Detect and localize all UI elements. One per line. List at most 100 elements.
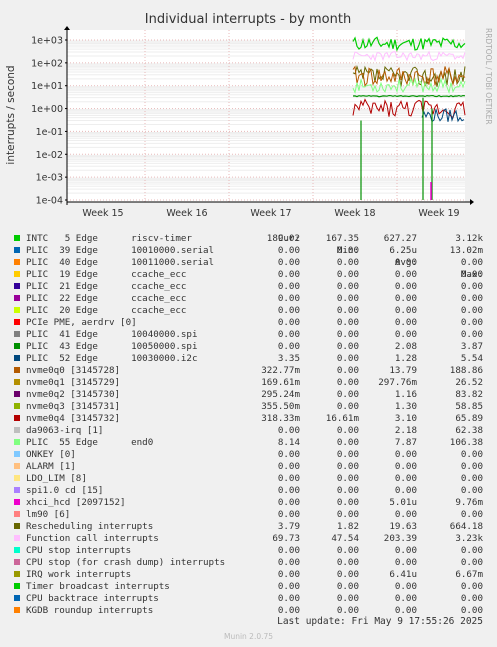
legend-avg: 19.63 xyxy=(389,521,417,532)
y-tick-label: 1e-01 xyxy=(36,127,63,138)
legend-max: 0.00 xyxy=(460,329,483,340)
legend-max: 0.00 xyxy=(460,545,483,556)
x-ticks: Week 15 Week 16 Week 17 Week 18 Week 19 xyxy=(82,208,459,219)
legend-label: LDO_LIM [8] xyxy=(26,473,87,484)
legend-cur: 295.24m xyxy=(261,389,300,400)
legend-avg: 0.00 xyxy=(394,281,417,292)
legend-avg: 6.25u xyxy=(389,245,417,256)
y-tick-label: 1e-03 xyxy=(36,173,63,184)
legend-swatch xyxy=(14,583,20,589)
legend-avg: 1.28 xyxy=(394,353,417,364)
legend-min: 0.00 xyxy=(336,473,359,484)
legend-row: nvme0q0 [3145728] 322.77m 0.00 13.79 188.86 xyxy=(0,365,497,377)
y-tick-label: 1e+03 xyxy=(31,36,63,47)
legend-label: CPU stop (for crash dump) interrupts xyxy=(26,557,226,568)
legend-label: PLIC 20 Edge ccache_ecc xyxy=(26,305,187,316)
legend-max: 62.38 xyxy=(455,425,483,436)
legend-min: 0.00 xyxy=(336,593,359,604)
legend-max: 0.00 xyxy=(460,305,483,316)
legend-min: 0.00 xyxy=(336,341,359,352)
legend-avg: 0.00 xyxy=(394,473,417,484)
legend-avg: 0.00 xyxy=(394,305,417,316)
legend-avg: 2.08 xyxy=(394,341,417,352)
legend-cur: 0.00 xyxy=(277,569,300,580)
y-tick-label: 1e-04 xyxy=(36,196,63,207)
legend-row: Function call interrupts 69.73 47.54 203.39… xyxy=(0,533,497,545)
legend-swatch xyxy=(14,247,20,253)
legend-min: 0.00 xyxy=(336,365,359,376)
legend-avg: 0.00 xyxy=(394,581,417,592)
legend-label: PLIC 22 Edge ccache_ecc xyxy=(26,293,187,304)
legend-swatch xyxy=(14,331,20,337)
legend-label: PLIC 41 Edge 10040000.spi xyxy=(26,329,198,340)
legend-min: 0.00 xyxy=(336,437,359,448)
legend-swatch xyxy=(14,367,20,373)
legend-max: 0.00 xyxy=(460,485,483,496)
y-axis-label: interrupts / second xyxy=(5,65,17,164)
legend-max: 9.76m xyxy=(455,497,483,508)
legend-label: PLIC 52 Edge 10030000.i2c xyxy=(26,353,198,364)
legend-row: CPU stop (for crash dump) interrupts 0.00… xyxy=(0,557,497,569)
legend-avg: 1.16 xyxy=(394,389,417,400)
legend-cur: 0.00 xyxy=(277,281,300,292)
legend-swatch xyxy=(14,307,20,313)
y-axis-arrow xyxy=(64,26,70,30)
legend-row: da9063-irq [1] 0.00 0.00 2.18 62.38 xyxy=(0,425,497,437)
legend-row: PCIe PME, aerdrv [0] 0.00 0.00 0.00 0.00 xyxy=(0,317,497,329)
x-tick-label: Week 17 xyxy=(250,208,291,219)
legend-min: 0.00 xyxy=(336,461,359,472)
legend-label: nvme0q2 [3145730] xyxy=(26,389,121,400)
legend-row: ONKEY [0] 0.00 0.00 0.00 0.00 xyxy=(0,449,497,461)
chart: Individual interrupts - by month interru… xyxy=(5,12,493,219)
legend-min: 0.00 xyxy=(336,281,359,292)
legend-min: 0.00 xyxy=(336,305,359,316)
legend-row: CPU backtrace interrupts 0.00 0.00 0.00 0.00 xyxy=(0,593,497,605)
legend-max: 0.00 xyxy=(460,593,483,604)
legend-max: 5.54 xyxy=(460,353,483,364)
legend-swatch xyxy=(14,487,20,493)
legend-avg: 0.00 xyxy=(394,257,417,268)
legend-min: 16.61m xyxy=(325,413,359,424)
legend-max: 188.86 xyxy=(449,365,483,376)
legend-cur: 3.35 xyxy=(277,353,300,364)
legend-cur: 189.02 xyxy=(266,233,300,244)
legend-max: 0.00 xyxy=(460,293,483,304)
side-label: RRDTOOL / TOBI OETIKER xyxy=(484,28,493,125)
legend-max: 83.82 xyxy=(455,389,483,400)
legend-min: 0.00 xyxy=(336,545,359,556)
legend-row: PLIC 40 Edge 10011000.serial 0.00 0.00 0.00… xyxy=(0,257,497,269)
legend-swatch xyxy=(14,547,20,553)
legend-max: 3.12k xyxy=(455,233,483,244)
legend-cur: 8.14 xyxy=(277,437,300,448)
legend-max: 0.00 xyxy=(460,317,483,328)
legend-row: ALARM [1] 0.00 0.00 0.00 0.00 xyxy=(0,461,497,473)
legend-cur: 0.00 xyxy=(277,581,300,592)
legend-cur: 0.00 xyxy=(277,257,300,268)
legend-label: CPU stop interrupts xyxy=(26,545,132,556)
legend-avg: 6.41u xyxy=(389,569,417,580)
legend-rows: INTC 5 Edge riscv-timer 189.02 167.35 627.2… xyxy=(0,233,497,617)
legend-row: Rescheduling interrupts 3.79 1.82 19.63 664.… xyxy=(0,521,497,533)
legend-min: 0.00 xyxy=(336,497,359,508)
legend-cur: 0.00 xyxy=(277,317,300,328)
legend-avg: 2.18 xyxy=(394,425,417,436)
legend-swatch xyxy=(14,499,20,505)
legend-min: 1.82 xyxy=(336,521,359,532)
legend-cur: 169.61m xyxy=(261,377,300,388)
legend-avg: 203.39 xyxy=(383,533,417,544)
legend-max: 65.89 xyxy=(455,413,483,424)
legend-avg: 5.01u xyxy=(389,497,417,508)
legend-row: IRQ work interrupts 0.00 0.00 6.41u 6.67m xyxy=(0,569,497,581)
legend-row: LDO_LIM [8] 0.00 0.00 0.00 0.00 xyxy=(0,473,497,485)
legend-label: nvme0q0 [3145728] xyxy=(26,365,121,376)
legend-min: 0.00 xyxy=(336,401,359,412)
legend-swatch xyxy=(14,439,20,445)
legend-min: 0.00 xyxy=(336,425,359,436)
y-tick-label: 1e-02 xyxy=(36,150,63,161)
legend-cur: 3.79 xyxy=(277,521,300,532)
legend-avg: 1.30 xyxy=(394,401,417,412)
legend-label: PLIC 55 Edge end0 xyxy=(26,437,154,448)
legend-min: 0.00 xyxy=(336,449,359,460)
legend-cur: 0.00 xyxy=(277,341,300,352)
legend-label: lm90 [6] xyxy=(26,509,71,520)
